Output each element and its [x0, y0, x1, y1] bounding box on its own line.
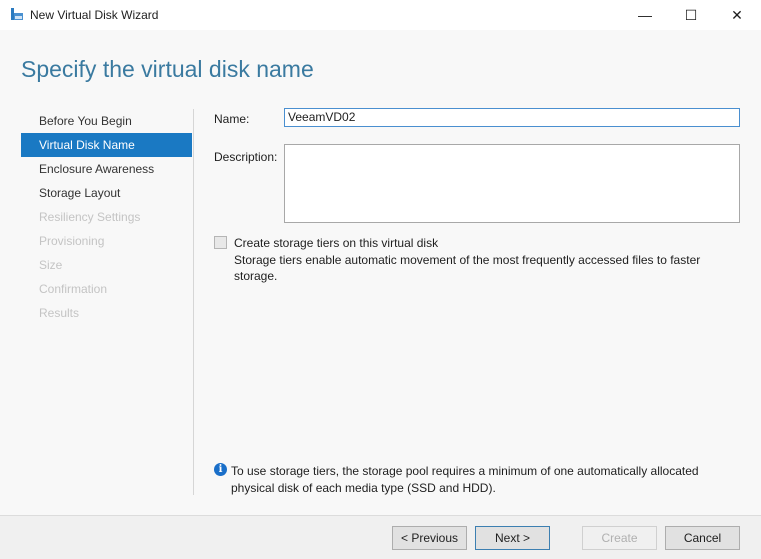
name-label: Name: — [214, 112, 249, 126]
nav-step-size: Size — [21, 253, 192, 277]
info-icon: i — [214, 463, 227, 476]
next-button[interactable]: Next > — [475, 526, 550, 550]
nav-step-confirmation: Confirmation — [21, 277, 192, 301]
description-label: Description: — [214, 150, 277, 164]
previous-button[interactable]: < Previous — [392, 526, 467, 550]
page-title: Specify the virtual disk name — [21, 56, 314, 83]
create-storage-tiers-label[interactable]: Create storage tiers on this virtual dis… — [234, 236, 438, 250]
create-storage-tiers-checkbox[interactable] — [214, 236, 227, 249]
nav-step-resiliency-settings: Resiliency Settings — [21, 205, 192, 229]
title-bar: New Virtual Disk Wizard — ☐ ✕ — [0, 0, 761, 30]
nav-step-enclosure-awareness[interactable]: Enclosure Awareness — [21, 157, 192, 181]
window-title: New Virtual Disk Wizard — [30, 8, 158, 22]
nav-step-before-you-begin[interactable]: Before You Begin — [21, 109, 192, 133]
nav-step-virtual-disk-name[interactable]: Virtual Disk Name — [21, 133, 192, 157]
minimize-button[interactable]: — — [622, 0, 668, 30]
wizard-steps-nav: Before You Begin Virtual Disk Name Enclo… — [21, 109, 192, 325]
nav-step-results: Results — [21, 301, 192, 325]
nav-step-provisioning: Provisioning — [21, 229, 192, 253]
storage-tiers-description: Storage tiers enable automatic movement … — [234, 252, 724, 284]
storage-tiers-info: To use storage tiers, the storage pool r… — [231, 463, 731, 497]
name-input[interactable]: VeeamVD02 — [284, 108, 740, 127]
maximize-button[interactable]: ☐ — [668, 0, 714, 30]
close-button[interactable]: ✕ — [714, 0, 760, 30]
create-button: Create — [582, 526, 657, 550]
nav-step-storage-layout[interactable]: Storage Layout — [21, 181, 192, 205]
nav-divider — [193, 109, 194, 495]
cancel-button[interactable]: Cancel — [665, 526, 740, 550]
description-input[interactable] — [284, 144, 740, 223]
wizard-app-icon — [10, 7, 24, 21]
wizard-footer: < Previous Next > Create Cancel — [0, 515, 761, 559]
